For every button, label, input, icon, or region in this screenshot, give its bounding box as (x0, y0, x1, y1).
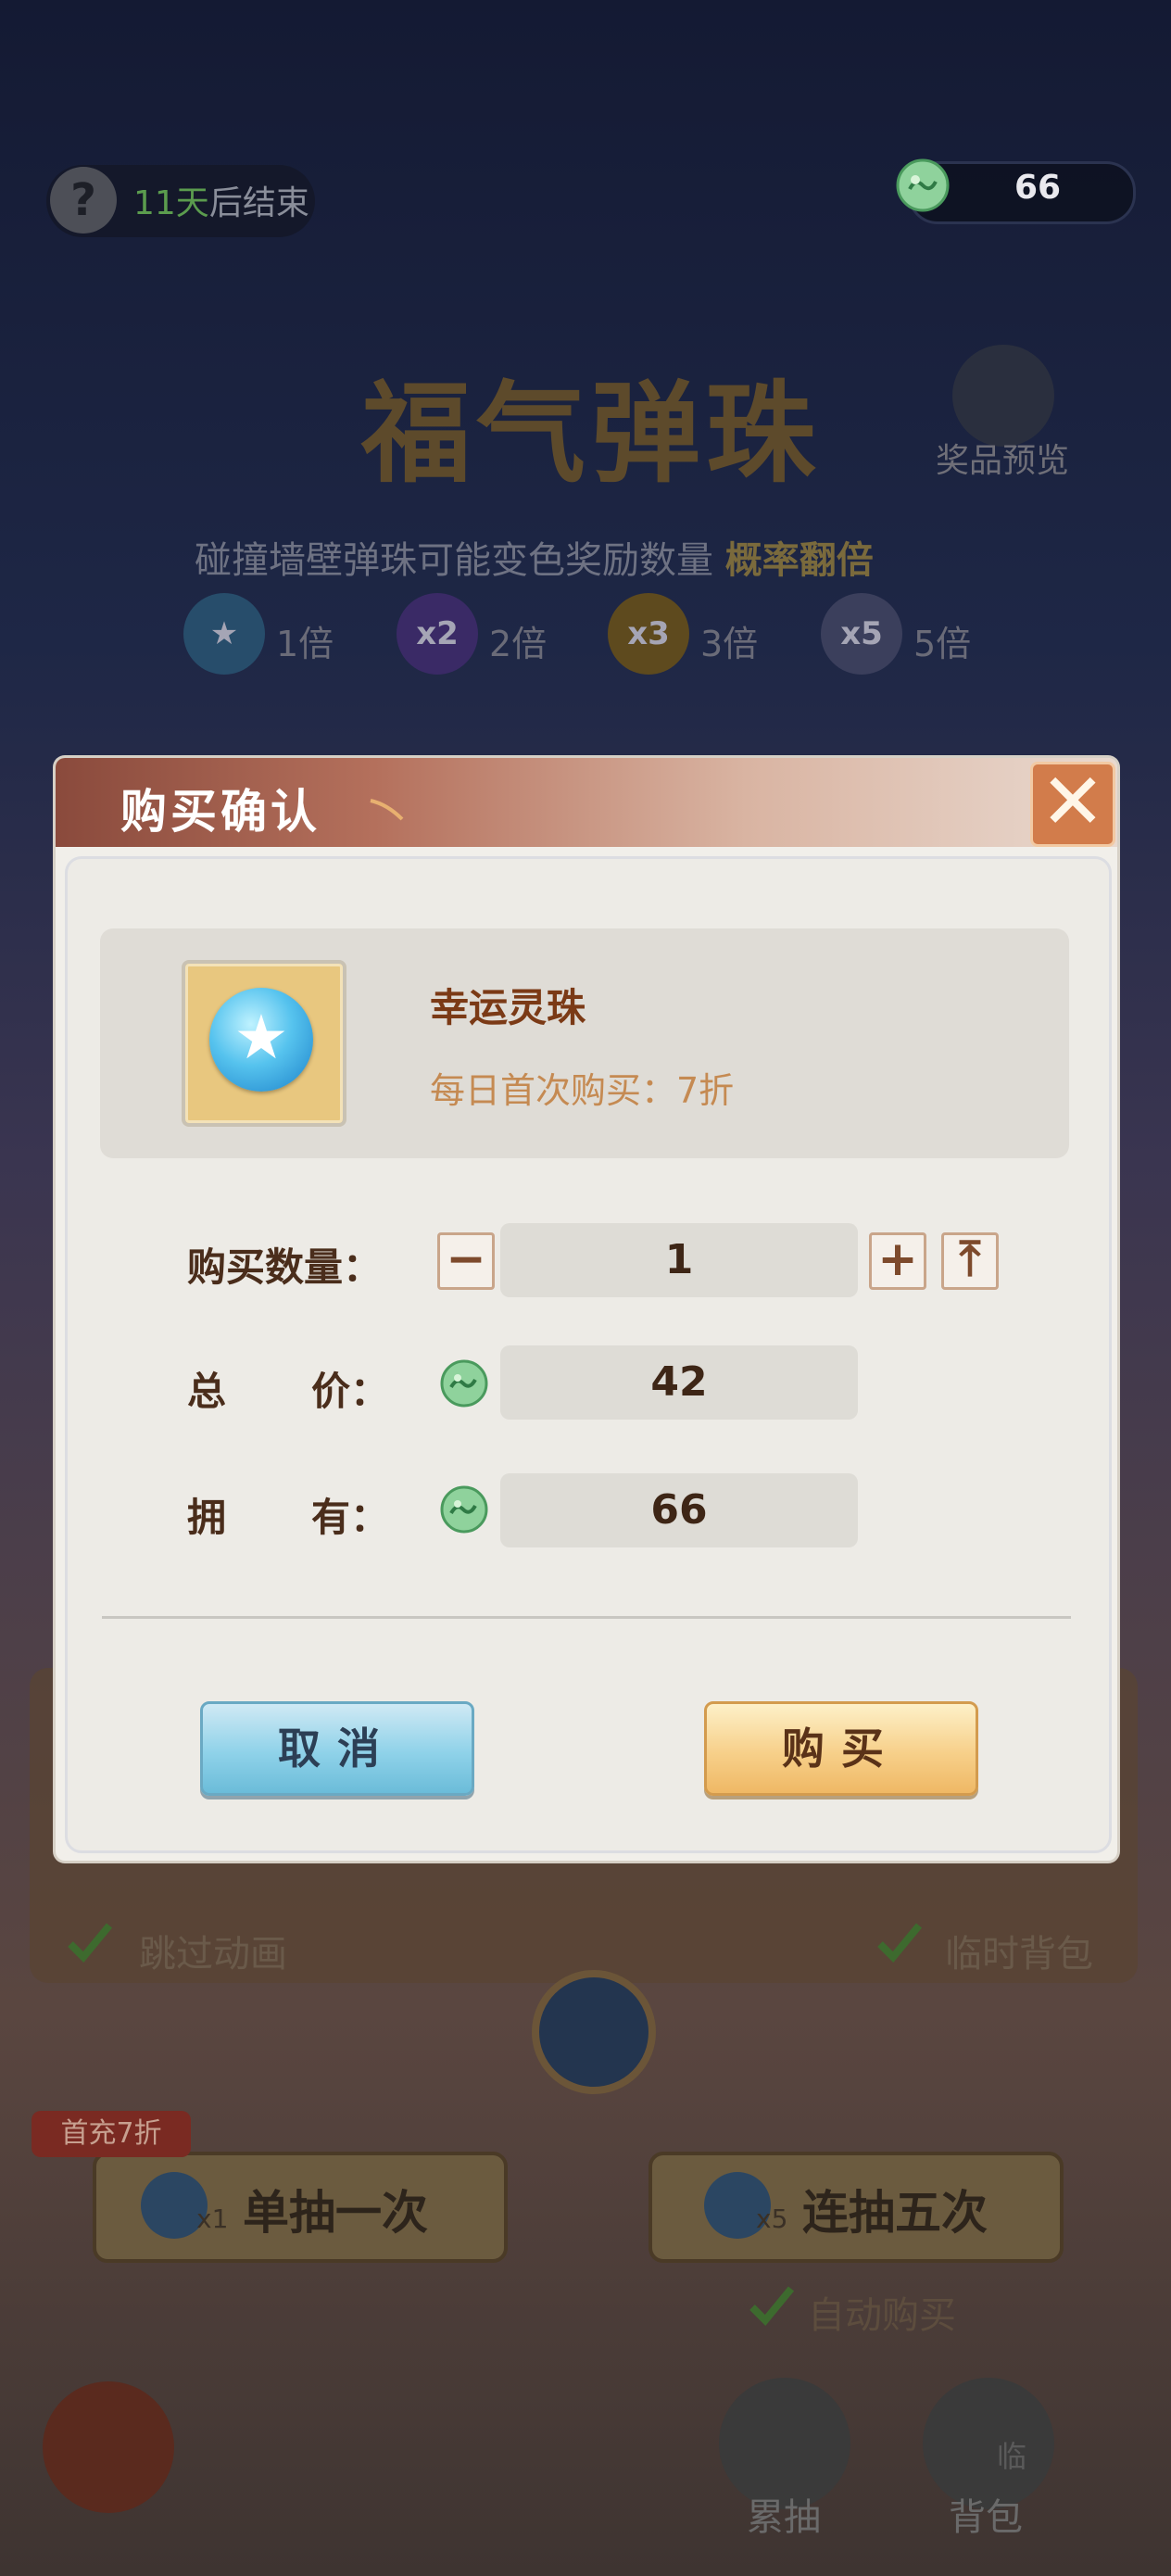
sparkle-decoration-icon (370, 799, 404, 821)
temp-bag-label[interactable]: 临时背包 (945, 1924, 1093, 1977)
cumulative-label: 累抽 (747, 2496, 821, 2539)
blue-marble-icon: ★ (183, 593, 265, 675)
item-name: 幸运灵珠 (430, 985, 586, 1030)
multiplier-label: 1倍 (276, 624, 334, 664)
multiplier-label: 5倍 (913, 624, 972, 664)
five-draw-label: 连抽五次 (802, 2186, 988, 2240)
buy-button[interactable]: 购买 (704, 1701, 978, 1796)
purple-marble-icon: x2 (397, 593, 478, 675)
auto-buy-label[interactable]: 自动购买 (808, 2285, 956, 2339)
event-subtitle: 碰撞墙壁弹珠可能变色奖励数量 概率翻倍 (195, 530, 874, 584)
subtitle-highlight: 概率翻倍 (724, 539, 874, 582)
bag-label: 背包 (949, 2496, 1023, 2539)
multiplier-label: 2倍 (489, 624, 548, 664)
checkbox-check-icon[interactable] (65, 1918, 115, 1968)
checkbox-check-icon[interactable] (875, 1918, 925, 1968)
single-count: x1 (196, 2203, 229, 2234)
currency-value: 66 (1014, 169, 1062, 207)
event-title: 福气弹珠 (361, 369, 822, 498)
launcher-orb-icon (532, 1970, 656, 2094)
help-icon[interactable]: ? (50, 167, 117, 234)
prize-preview-label: 奖品预览 (936, 442, 1070, 480)
minus-button[interactable]: − (437, 1232, 495, 1290)
subtitle-text: 碰撞墙壁弹珠可能变色奖励数量 (195, 539, 713, 582)
quantity-label: 购买数量： (187, 1244, 383, 1290)
promo-tag: 首充7折 (31, 2111, 191, 2157)
item-discount: 每日首次购买：7折 (430, 1070, 735, 1111)
star-icon: ★ (233, 1002, 289, 1073)
owned-label-first: 拥 (187, 1495, 227, 1540)
gold-marble-icon: x3 (608, 593, 689, 675)
cancel-button[interactable]: 取消 (200, 1701, 474, 1796)
owned-value: 66 (500, 1473, 858, 1547)
quantity-input[interactable]: 1 (500, 1223, 858, 1297)
close-button[interactable]: ✕ (1030, 762, 1115, 847)
timer-suffix: 后结束 (208, 184, 309, 222)
five-count: x5 (756, 2203, 788, 2234)
plus-button[interactable]: + (869, 1232, 926, 1290)
total-label-second: 价： (311, 1369, 390, 1414)
chest-icon[interactable] (952, 345, 1054, 447)
dialog-title: 购买确认 (120, 785, 321, 839)
single-draw-label: 单抽一次 (243, 2186, 428, 2240)
divider (102, 1616, 1071, 1619)
timer-days: 11天 (133, 184, 209, 222)
checkbox-check-icon[interactable] (747, 2281, 797, 2331)
rainbow-marble-icon: x5 (821, 593, 902, 675)
owned-label-second: 有： (311, 1495, 390, 1540)
multiplier-label: 3倍 (700, 624, 759, 664)
jade-coin-icon (896, 158, 950, 212)
max-quantity-button[interactable]: ⤒ (941, 1232, 999, 1290)
total-price-value: 42 (500, 1345, 858, 1420)
back-button[interactable] (43, 2381, 174, 2513)
bag-badge: 临 (997, 2439, 1027, 2474)
jade-coin-icon (440, 1359, 488, 1408)
event-timer: 11天后结束 (133, 176, 309, 224)
skip-animation-label[interactable]: 跳过动画 (139, 1924, 287, 1977)
total-label-first: 总 (187, 1369, 227, 1414)
jade-coin-icon (440, 1485, 488, 1534)
